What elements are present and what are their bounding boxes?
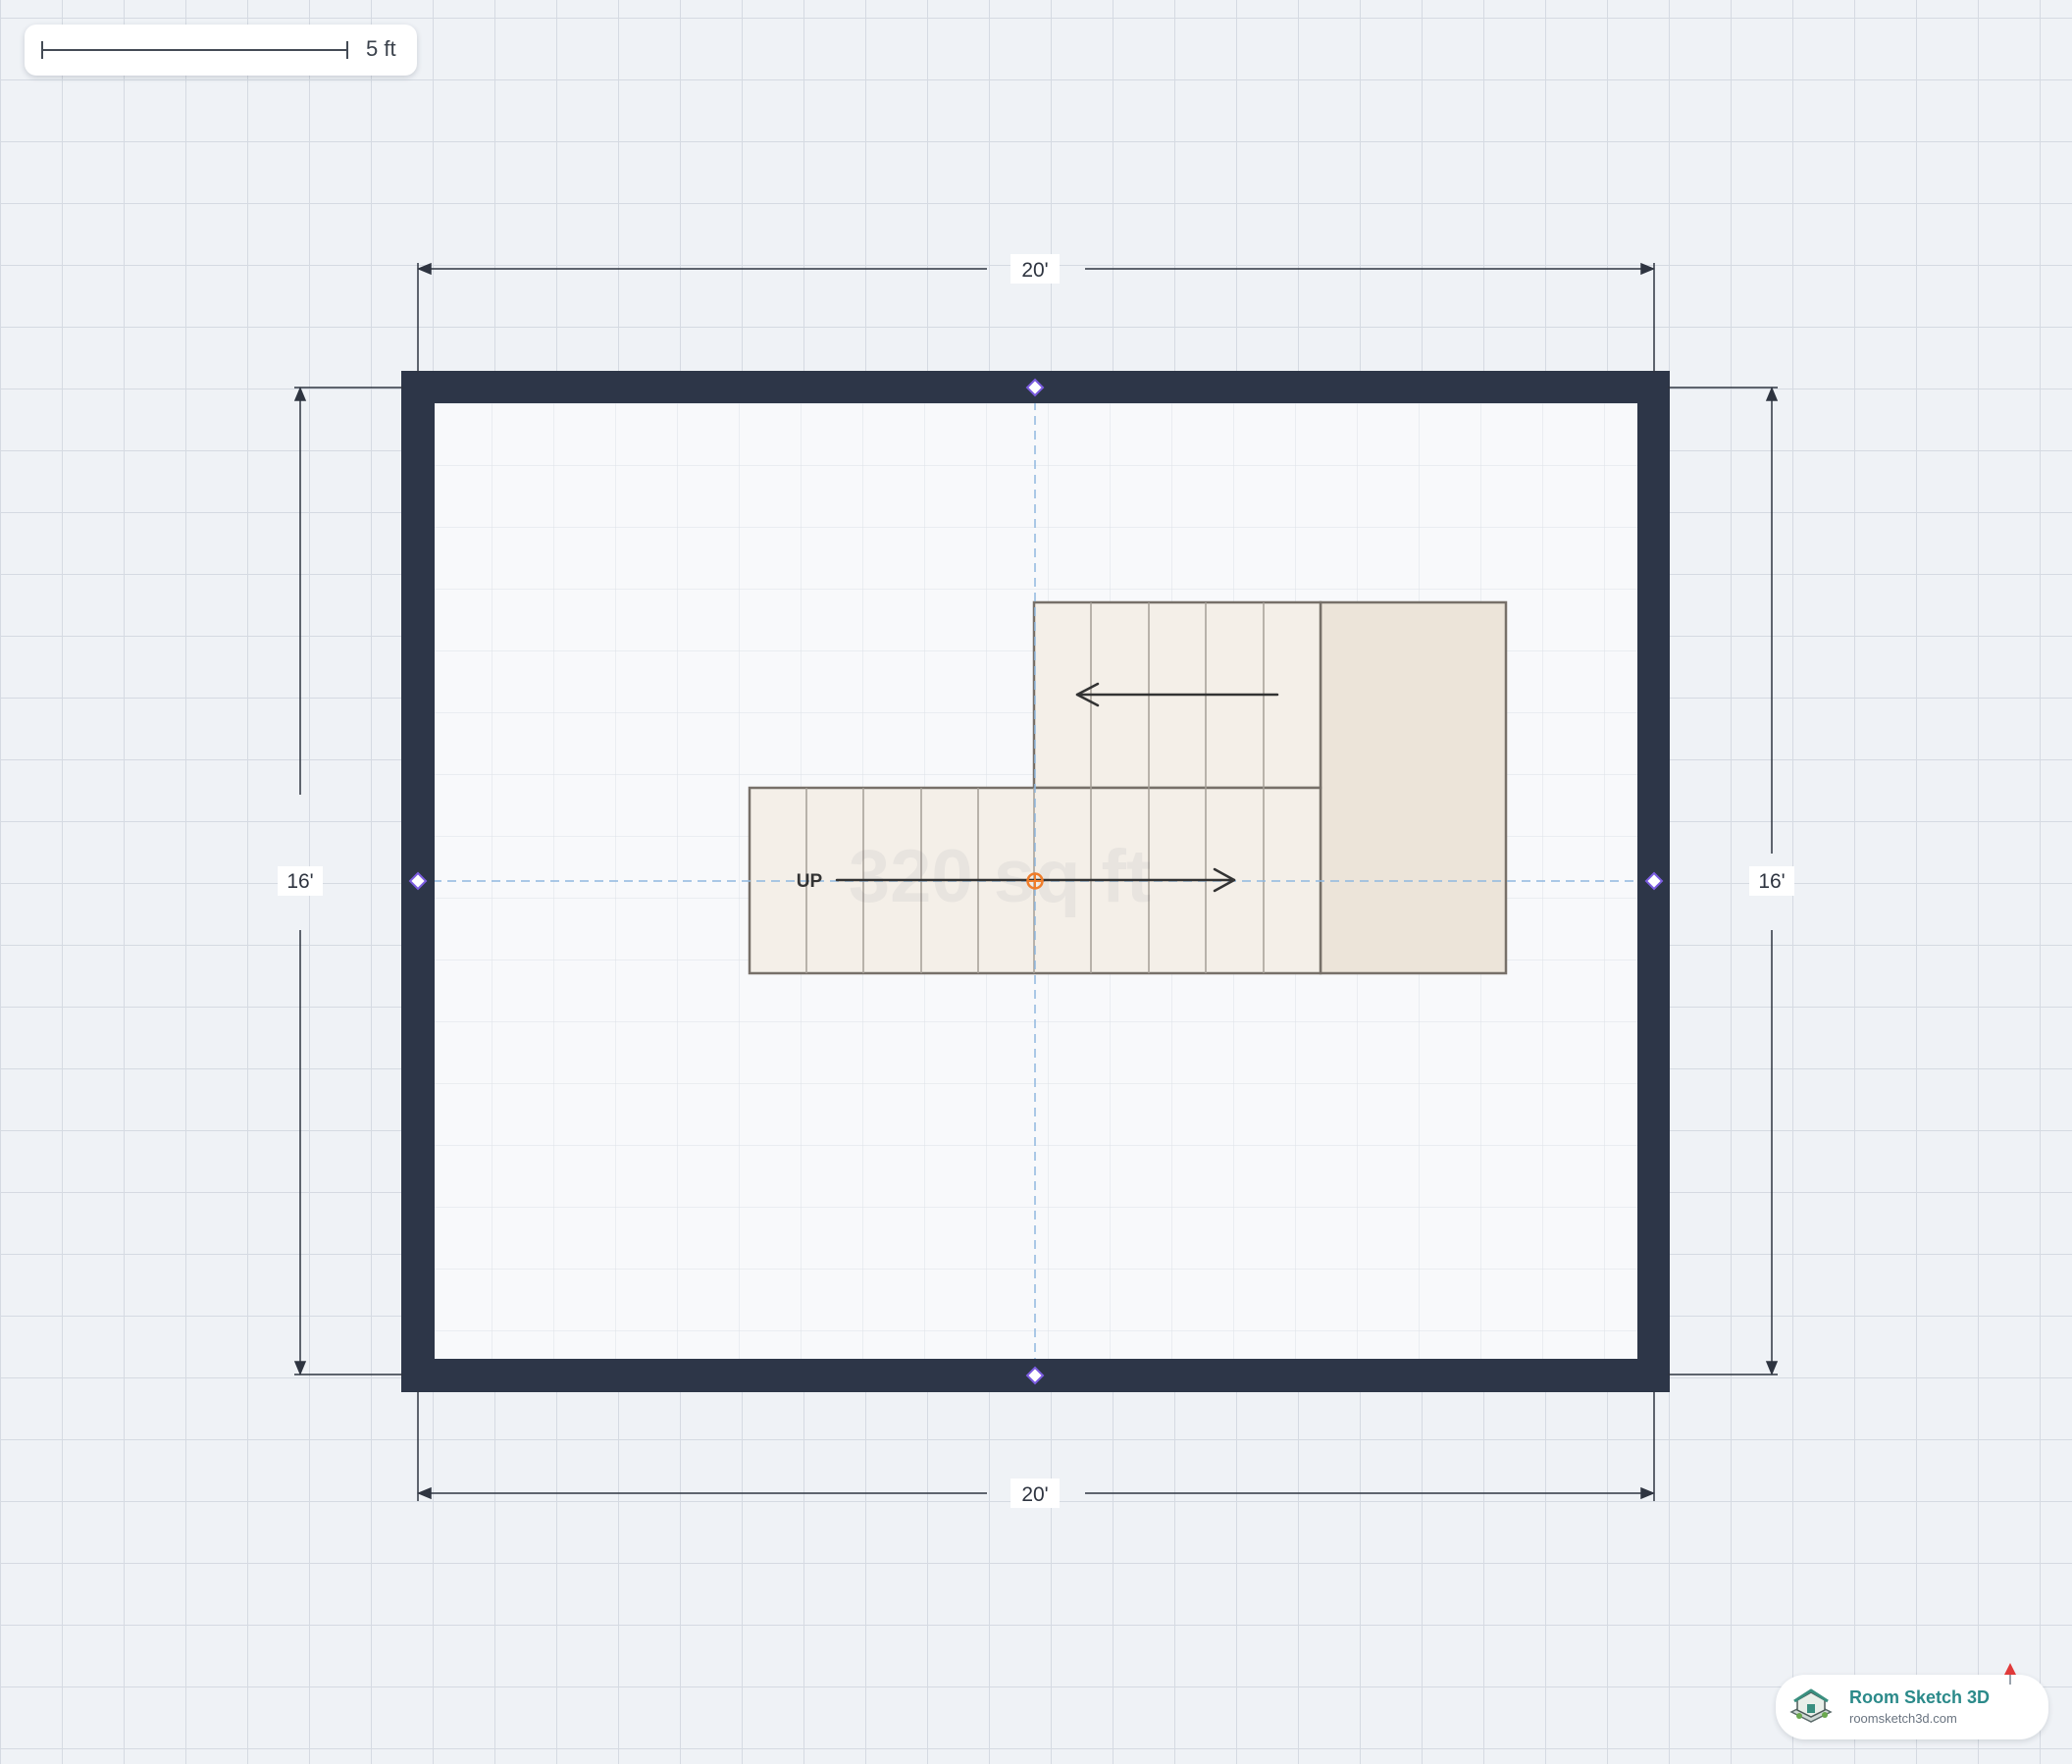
scale-label: 5 ft — [366, 36, 396, 61]
room-center-marker[interactable] — [1026, 872, 1044, 890]
dimension-left-label: 16' — [286, 870, 313, 893]
scale-bar — [41, 41, 348, 59]
floor-plan-canvas[interactable]: 320 sq ft UP 20' 20' 16' 16' — [0, 0, 2072, 1764]
pin-icon — [2004, 1663, 2016, 1685]
house-logo-icon — [1789, 1688, 1833, 1723]
stair-landing[interactable] — [1319, 600, 1508, 975]
stair-up-label: UP — [797, 871, 823, 892]
dimension-bottom-label: 20' — [1021, 1483, 1048, 1506]
brand-badge[interactable]: Room Sketch 3D roomsketch3d.com — [1776, 1663, 2048, 1739]
scale-indicator: 5 ft — [25, 25, 417, 76]
brand-url[interactable]: roomsketch3d.com — [1849, 1711, 1957, 1726]
brand-name: Room Sketch 3D — [1849, 1687, 1991, 1707]
dimension-top-label: 20' — [1021, 259, 1048, 282]
dimension-right-label: 16' — [1758, 870, 1785, 893]
room-area-label: 320 sq ft — [849, 835, 1151, 918]
